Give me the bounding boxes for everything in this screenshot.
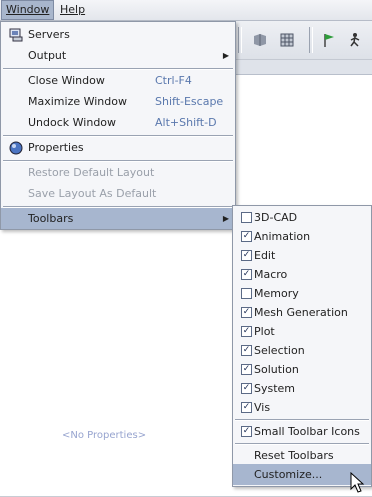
menu-item-label: Close Window bbox=[28, 74, 105, 87]
grid-icon[interactable] bbox=[277, 30, 297, 50]
menu-item-label: Edit bbox=[254, 249, 276, 262]
menu-item-label: Save Layout As Default bbox=[28, 187, 157, 200]
menu-item-label: Restore Default Layout bbox=[28, 166, 155, 179]
checked-checkbox-icon: ✓ bbox=[241, 326, 252, 337]
menu-item-properties[interactable]: Properties bbox=[1, 137, 235, 158]
checked-checkbox-icon: ✓ bbox=[241, 250, 252, 261]
menu-help-label: Help bbox=[60, 3, 86, 16]
toolbar-toggle-animation[interactable]: ✓ Animation bbox=[233, 226, 371, 247]
toolbar-toggle-edit[interactable]: ✓ Edit bbox=[233, 245, 371, 266]
menu-item-label: Maximize Window bbox=[28, 95, 127, 108]
flag-icon[interactable] bbox=[319, 30, 339, 50]
menu-item-label: Plot bbox=[254, 325, 275, 338]
menu-item-shortcut: Ctrl-F4 bbox=[155, 74, 192, 87]
menu-item-label: Vis bbox=[254, 401, 271, 414]
checked-checkbox-icon: ✓ bbox=[241, 269, 252, 280]
toolbar-toggle-selection[interactable]: ✓ Selection bbox=[233, 340, 371, 361]
menu-item-toolbars[interactable]: Toolbars ▶ bbox=[1, 208, 235, 229]
toolbar-toggle-small-icons[interactable]: ✓ Small Toolbar Icons bbox=[233, 421, 371, 442]
menu-item-save-layout-as-default: Save Layout As Default bbox=[1, 183, 235, 204]
submenu-arrow-icon: ▶ bbox=[222, 214, 229, 223]
menu-item-label: Servers bbox=[28, 28, 70, 41]
menu-bar: Window Help bbox=[0, 0, 372, 21]
checked-checkbox-icon: ✓ bbox=[241, 402, 252, 413]
toolbar-toggle-vis[interactable]: ✓ Vis bbox=[233, 397, 371, 418]
menu-item-undock-window[interactable]: Undock Window Alt+Shift-D bbox=[1, 112, 235, 133]
mouse-pointer-icon bbox=[350, 471, 366, 494]
menu-item-close-window[interactable]: Close Window Ctrl-F4 bbox=[1, 70, 235, 91]
window-menu: Servers Output ▶ Close Window Ctrl-F4 Ma… bbox=[0, 21, 236, 230]
menu-item-label: Macro bbox=[254, 268, 288, 281]
menu-window[interactable]: Window bbox=[1, 0, 55, 20]
servers-icon bbox=[9, 28, 23, 42]
checked-checkbox-icon: ✓ bbox=[241, 307, 252, 318]
properties-icon bbox=[9, 141, 23, 155]
menu-item-label: Undock Window bbox=[28, 116, 117, 129]
toolbar-toggle-macro[interactable]: ✓ Macro bbox=[233, 264, 371, 285]
menu-window-label: Window bbox=[6, 3, 50, 16]
menu-item-shortcut: Alt+Shift-D bbox=[155, 116, 217, 129]
menu-item-label: Customize... bbox=[254, 468, 323, 481]
toolbar-toggle-system[interactable]: ✓ System bbox=[233, 378, 371, 399]
toolbar-separator bbox=[238, 27, 242, 53]
no-properties-text: <No Properties> bbox=[62, 430, 147, 441]
menu-item-label: 3D-CAD bbox=[254, 211, 298, 224]
menu-item-maximize-window[interactable]: Maximize Window Shift-Escape bbox=[1, 91, 235, 112]
menu-item-label: Solution bbox=[254, 363, 299, 376]
toolbar-separator bbox=[309, 27, 313, 53]
menu-item-output[interactable]: Output ▶ bbox=[1, 45, 235, 66]
toolbar-toggle-3d-cad[interactable]: 3D-CAD bbox=[233, 207, 371, 228]
menu-item-label: Mesh Generation bbox=[254, 306, 348, 319]
menu-help[interactable]: Help bbox=[56, 0, 89, 20]
run-icon[interactable] bbox=[345, 30, 365, 50]
menu-item-reset-toolbars[interactable]: Reset Toolbars bbox=[233, 445, 371, 466]
menu-item-servers[interactable]: Servers bbox=[1, 24, 235, 45]
submenu-arrow-icon: ▶ bbox=[222, 51, 229, 60]
unchecked-checkbox-icon bbox=[241, 212, 252, 223]
toolbar-toggle-memory[interactable]: Memory bbox=[233, 283, 371, 304]
checked-checkbox-icon: ✓ bbox=[241, 383, 252, 394]
toolbars-submenu: 3D-CAD ✓ Animation ✓ Edit ✓ Macro Memory… bbox=[232, 205, 372, 487]
menu-item-label: Reset Toolbars bbox=[254, 449, 334, 462]
toolbar-toggle-solution[interactable]: ✓ Solution bbox=[233, 359, 371, 380]
checked-checkbox-icon: ✓ bbox=[241, 345, 252, 356]
menu-item-label: Memory bbox=[254, 287, 299, 300]
toolbar-toggle-mesh-generation[interactable]: ✓ Mesh Generation bbox=[233, 302, 371, 323]
cube-group-icon[interactable] bbox=[250, 30, 270, 50]
checked-checkbox-icon: ✓ bbox=[241, 426, 252, 437]
menu-item-label: Properties bbox=[28, 141, 84, 154]
menu-item-label: Output bbox=[28, 49, 67, 62]
menu-item-label: Toolbars bbox=[28, 212, 74, 225]
menu-item-label: System bbox=[254, 382, 296, 395]
menu-item-shortcut: Shift-Escape bbox=[155, 95, 224, 108]
menu-item-label: Small Toolbar Icons bbox=[254, 425, 360, 438]
unchecked-checkbox-icon bbox=[241, 288, 252, 299]
checked-checkbox-icon: ✓ bbox=[241, 364, 252, 375]
menu-item-restore-default-layout: Restore Default Layout bbox=[1, 162, 235, 183]
toolbar-toggle-plot[interactable]: ✓ Plot bbox=[233, 321, 371, 342]
checked-checkbox-icon: ✓ bbox=[241, 231, 252, 242]
menu-item-label: Selection bbox=[254, 344, 305, 357]
menu-item-label: Animation bbox=[254, 230, 311, 243]
